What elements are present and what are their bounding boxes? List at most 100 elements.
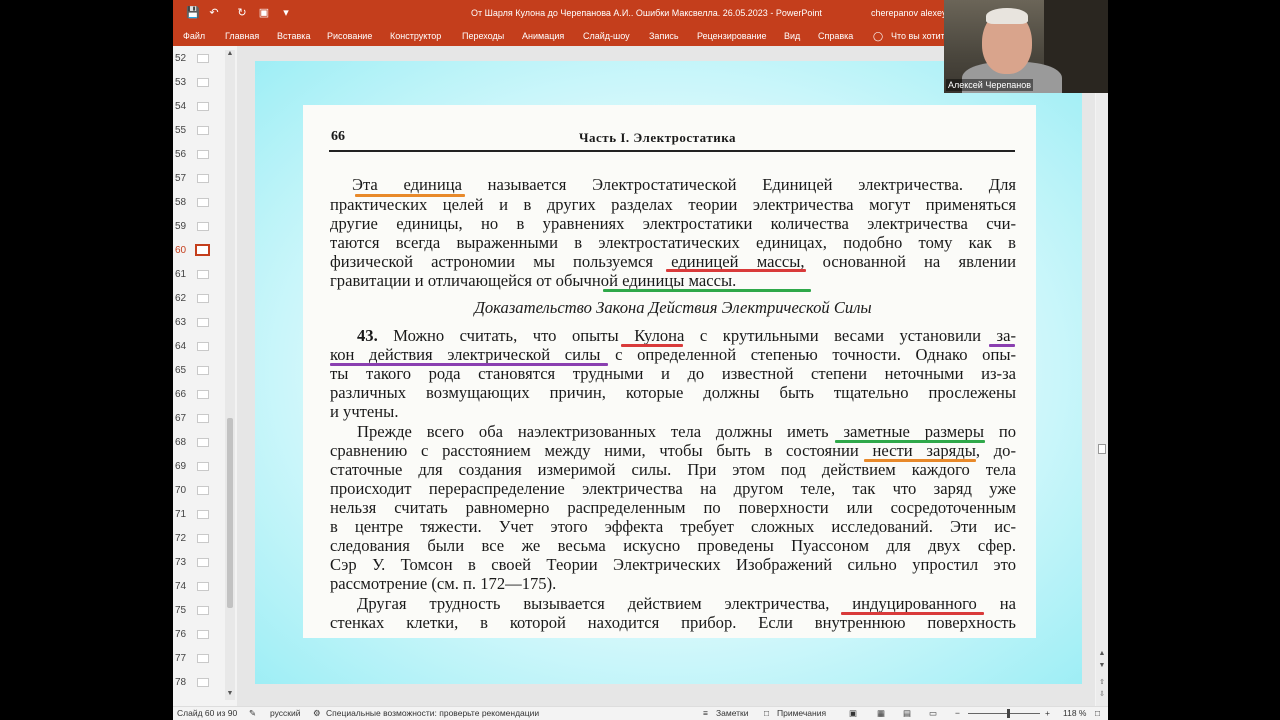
thumbnail-number: 57 (175, 173, 187, 184)
thumbnail-number: 71 (175, 509, 187, 520)
tab-view[interactable]: Вид (784, 31, 800, 41)
tab-insert[interactable]: Вставка (277, 31, 310, 41)
normal-view-icon[interactable]: ▣ (849, 708, 857, 719)
thumbnail-53[interactable]: 53 (173, 70, 225, 94)
thumbnail-59[interactable]: 59 (173, 214, 225, 238)
slide-thumb-icon (197, 198, 209, 207)
thumbnail-72[interactable]: 72 (173, 526, 225, 550)
tab-help[interactable]: Справка (818, 31, 853, 41)
tab-home[interactable]: Главная (225, 31, 259, 41)
thumbnail-68[interactable]: 68 (173, 430, 225, 454)
slide-thumb-icon (197, 510, 209, 519)
thumbnail-76[interactable]: 76 (173, 622, 225, 646)
slide-thumb-icon (197, 414, 209, 423)
thumbnail-number: 63 (175, 317, 187, 328)
thumbnail-75[interactable]: 75 (173, 598, 225, 622)
slide-thumb-icon (197, 630, 209, 639)
redo-icon[interactable]: ↻ (235, 6, 249, 20)
zoom-level[interactable]: 118 % (1063, 708, 1086, 718)
thumbnail-74[interactable]: 74 (173, 574, 225, 598)
slide-thumb-icon (197, 150, 209, 159)
thumbnail-67[interactable]: 67 (173, 406, 225, 430)
thumbnails-scrollbar[interactable]: ▲ ▼ (225, 50, 235, 700)
webcam-video: Алексей Черепанов (944, 0, 1108, 93)
user-name[interactable]: cherepanov alexey (871, 8, 947, 18)
thumbnail-66[interactable]: 66 (173, 382, 225, 406)
text-line: кон действия электрической силы с опреде… (330, 345, 1016, 364)
scroll-up-icon[interactable]: ▲ (1098, 650, 1106, 657)
zoom-out-icon[interactable]: − (955, 708, 960, 718)
spellcheck-icon[interactable]: ✎ (249, 708, 256, 719)
slide-counter: Слайд 60 из 90 (177, 708, 238, 718)
thumbnail-65[interactable]: 65 (173, 358, 225, 382)
tell-me-search[interactable]: Что вы хотите (891, 31, 950, 41)
thumbnail-58[interactable]: 58 (173, 190, 225, 214)
thumbnail-64[interactable]: 64 (173, 334, 225, 358)
customize-icon[interactable]: ▾ (279, 6, 293, 20)
thumbnail-number: 66 (175, 389, 187, 400)
accessibility-icon[interactable]: ⚙ (313, 708, 321, 719)
thumbnail-54[interactable]: 54 (173, 94, 225, 118)
thumbnail-55[interactable]: 55 (173, 118, 225, 142)
thumbnail-52[interactable]: 52 (173, 46, 225, 70)
scroll-down-icon[interactable]: ▼ (226, 690, 234, 697)
scrollbar-thumb[interactable] (227, 418, 233, 608)
present-icon[interactable]: ▣ (257, 6, 271, 20)
lightbulb-icon: ◯ (873, 31, 884, 41)
thumbnail-number: 76 (175, 629, 187, 640)
previous-slide-icon[interactable]: ⇧ (1098, 678, 1106, 686)
slide-sorter-icon[interactable]: ▦ (877, 708, 885, 719)
scroll-down-icon[interactable]: ▼ (1098, 662, 1106, 669)
tab-draw[interactable]: Рисование (327, 31, 372, 41)
zoom-slider[interactable] (968, 713, 1040, 714)
text-line: происходит перераспределение электричест… (330, 479, 1016, 498)
text-line: следования были все же весьма искусно пр… (330, 536, 1016, 555)
tab-slideshow[interactable]: Слайд-шоу (583, 31, 630, 41)
thumbnail-number: 56 (175, 149, 187, 160)
slide-thumb-icon (197, 102, 209, 111)
current-slide[interactable]: 66 Часть I. Электростатика Эта единица н… (255, 61, 1082, 684)
slide-scrollbar[interactable]: ▲ ▲ ▼ ⇧ ⇩ (1096, 46, 1108, 706)
slide-thumb-icon (197, 678, 209, 687)
thumbnail-56[interactable]: 56 (173, 142, 225, 166)
notes-button[interactable]: Заметки (716, 708, 749, 718)
fit-slide-icon[interactable]: □ (1095, 708, 1100, 718)
thumbnail-number: 77 (175, 653, 187, 664)
save-icon[interactable]: 💾 (186, 6, 200, 20)
next-slide-icon[interactable]: ⇩ (1098, 690, 1106, 698)
thumbnail-71[interactable]: 71 (173, 502, 225, 526)
reading-view-icon[interactable]: ▤ (903, 708, 911, 719)
tab-design[interactable]: Конструктор (390, 31, 441, 41)
thumbnail-60-active[interactable]: 60 (173, 238, 225, 262)
slide-thumb-icon (197, 342, 209, 351)
language-indicator[interactable]: русский (270, 708, 301, 718)
zoom-slider-thumb[interactable] (1007, 709, 1010, 718)
thumbnail-number: 60 (175, 245, 187, 256)
tab-animations[interactable]: Анимация (522, 31, 564, 41)
tab-record[interactable]: Запись (649, 31, 679, 41)
thumbnail-61[interactable]: 61 (173, 262, 225, 286)
slideshow-icon[interactable]: ▭ (929, 708, 937, 719)
thumbnail-73[interactable]: 73 (173, 550, 225, 574)
thumbnail-77[interactable]: 77 (173, 646, 225, 670)
slide-thumb-icon (197, 318, 209, 327)
undo-icon[interactable]: ↶ (207, 6, 221, 20)
zoom-in-icon[interactable]: + (1045, 708, 1050, 718)
text-line: рассмотрение (см. п. 172—175). (330, 574, 557, 593)
tab-transitions[interactable]: Переходы (462, 31, 504, 41)
thumbnail-78[interactable]: 78 (173, 670, 225, 694)
thumbnail-70[interactable]: 70 (173, 478, 225, 502)
tab-review[interactable]: Рецензирование (697, 31, 767, 41)
thumbnail-62[interactable]: 62 (173, 286, 225, 310)
scroll-up-icon[interactable]: ▲ (226, 50, 234, 57)
comments-button[interactable]: Примечания (777, 708, 826, 718)
scrollbar-thumb[interactable] (1098, 444, 1106, 454)
tab-file[interactable]: Файл (183, 31, 205, 41)
accessibility-status[interactable]: Специальные возможности: проверьте реком… (326, 708, 539, 718)
thumbnail-57[interactable]: 57 (173, 166, 225, 190)
text-line: сравнению с расстоянием между ними, чтоб… (330, 441, 1016, 460)
text-line: ты такого рода становятся трудными и до … (330, 364, 1016, 383)
thumbnail-63[interactable]: 63 (173, 310, 225, 334)
thumbnail-69[interactable]: 69 (173, 454, 225, 478)
text-line: Сэр У. Томсон в своей Теории Электрическ… (330, 555, 1016, 574)
